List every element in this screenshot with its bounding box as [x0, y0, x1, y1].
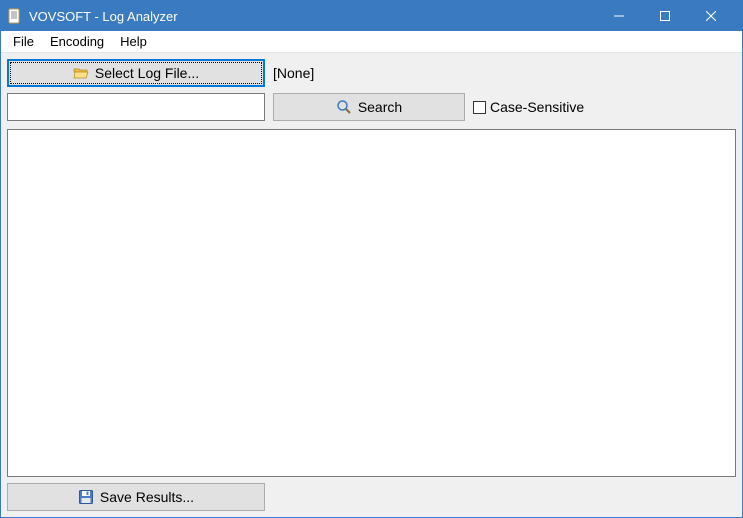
folder-open-icon	[73, 65, 89, 81]
case-sensitive-label: Case-Sensitive	[490, 99, 584, 115]
menu-file[interactable]: File	[5, 32, 42, 51]
menubar: File Encoding Help	[1, 31, 742, 53]
search-input[interactable]	[7, 93, 265, 121]
checkbox-box-icon	[473, 101, 486, 114]
minimize-button[interactable]	[596, 1, 642, 31]
window-title: VOVSOFT - Log Analyzer	[29, 9, 178, 24]
save-icon	[78, 489, 94, 505]
file-row: Select Log File... [None]	[7, 59, 736, 87]
case-sensitive-checkbox[interactable]: Case-Sensitive	[473, 99, 584, 115]
search-button[interactable]: Search	[273, 93, 465, 121]
select-log-file-label: Select Log File...	[95, 65, 199, 81]
menu-encoding[interactable]: Encoding	[42, 32, 112, 51]
titlebar: VOVSOFT - Log Analyzer	[1, 1, 742, 31]
client-area: Select Log File... [None] Search Case-Se…	[1, 53, 742, 517]
results-area[interactable]	[7, 129, 736, 477]
app-icon	[7, 8, 23, 24]
save-row: Save Results...	[7, 483, 736, 511]
search-icon	[336, 99, 352, 115]
search-button-label: Search	[358, 99, 402, 115]
maximize-button[interactable]	[642, 1, 688, 31]
select-log-file-button[interactable]: Select Log File...	[7, 59, 265, 87]
window-controls	[596, 1, 734, 31]
search-row: Search Case-Sensitive	[7, 93, 736, 121]
close-button[interactable]	[688, 1, 734, 31]
selected-file-label: [None]	[273, 65, 314, 81]
menu-help[interactable]: Help	[112, 32, 155, 51]
save-results-button[interactable]: Save Results...	[7, 483, 265, 511]
save-results-label: Save Results...	[100, 489, 194, 505]
